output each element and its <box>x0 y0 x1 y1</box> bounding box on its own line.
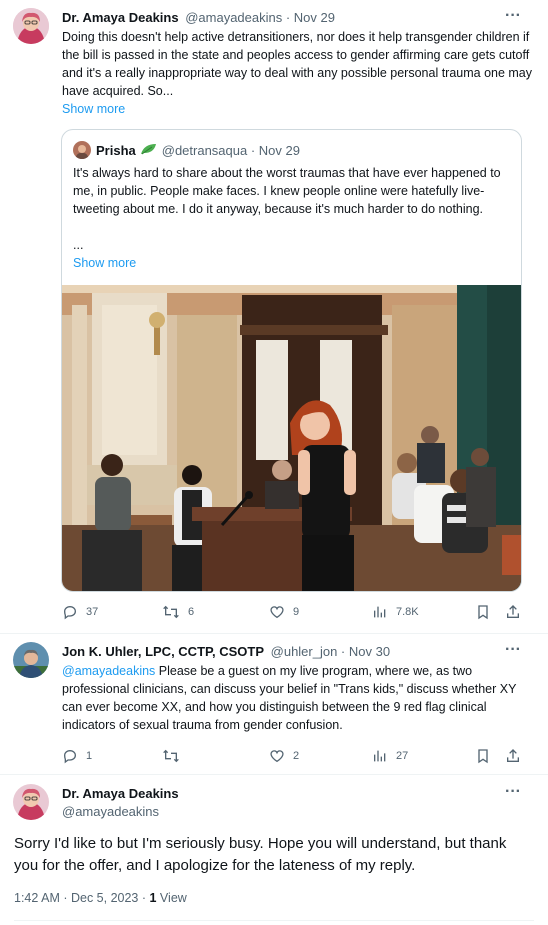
views-button[interactable]: 27 <box>372 748 408 764</box>
leaf-emoji-icon <box>140 142 158 159</box>
views-count: 7.8K <box>396 606 419 618</box>
share-icon[interactable] <box>505 604 521 620</box>
avatar[interactable] <box>13 784 49 820</box>
tweet-2[interactable]: Jon K. Uhler, LPC, CCTP, CSOTP @uhler_jo… <box>0 634 548 774</box>
views-icon <box>372 748 388 764</box>
divider <box>14 920 534 921</box>
views-button[interactable]: 7.8K <box>372 604 419 620</box>
like-button[interactable]: 2 <box>269 748 299 764</box>
view-label: View <box>156 891 187 905</box>
mention-link[interactable]: @amayadeakins <box>62 664 155 678</box>
reply-button[interactable]: 1 <box>62 748 92 764</box>
bookmark-icon[interactable] <box>475 604 491 620</box>
author-handle[interactable]: @amayadeakins <box>62 804 159 819</box>
show-more-link[interactable]: Show more <box>62 100 125 118</box>
tweet-1[interactable]: Dr. Amaya Deakins @amayadeakins · Nov 29… <box>0 0 548 628</box>
author-name[interactable]: Dr. Amaya Deakins <box>62 10 179 25</box>
quote-photo[interactable] <box>62 285 521 591</box>
avatar[interactable] <box>13 642 49 678</box>
bookmark-icon[interactable] <box>475 748 491 764</box>
more-icon[interactable]: ··· <box>505 641 521 659</box>
quote-handle-time: @detransaqua · Nov 29 <box>161 143 300 158</box>
like-count: 2 <box>293 750 300 762</box>
like-count: 9 <box>293 606 300 618</box>
views-count: 27 <box>396 750 409 762</box>
quote-author-name: Prisha <box>96 143 136 158</box>
author-name[interactable]: Jon K. Uhler, LPC, CCTP, CSOTP <box>62 644 264 659</box>
like-button[interactable]: 9 <box>269 604 299 620</box>
tweet-3[interactable]: Dr. Amaya Deakins @amayadeakins ··· Sorr… <box>0 775 548 925</box>
avatar[interactable] <box>13 8 49 44</box>
retweet-button[interactable]: 6 <box>162 604 194 620</box>
tweet-text: Sorry I'd like to but I'm seriously busy… <box>14 835 507 874</box>
like-icon <box>269 748 285 764</box>
retweet-icon <box>162 748 180 764</box>
like-icon <box>269 604 285 620</box>
tweet-text: @amayadeakins Please be a guest on my li… <box>62 662 532 734</box>
author-handle-time[interactable]: @amayadeakins · Nov 29 <box>185 10 335 25</box>
quote-ellipsis: ... <box>73 238 84 252</box>
reply-count: 37 <box>86 606 99 618</box>
author-handle-time[interactable]: @uhler_jon · Nov 30 <box>271 644 390 659</box>
more-icon[interactable]: ··· <box>505 7 521 25</box>
share-icon[interactable] <box>505 748 521 764</box>
retweet-icon <box>162 604 180 620</box>
views-icon <box>372 604 388 620</box>
tweet-text: Doing this doesn't help active detransit… <box>62 30 533 98</box>
quote-text: It's always hard to share about the wors… <box>73 166 501 216</box>
quote-avatar <box>73 141 91 159</box>
more-icon[interactable]: ··· <box>505 783 521 801</box>
quote-tweet[interactable]: Prisha @detransaqua · Nov 29 It's always… <box>61 129 522 592</box>
quote-show-more-link[interactable]: Show more <box>73 254 136 272</box>
author-name[interactable]: Dr. Amaya Deakins <box>62 786 179 801</box>
reply-icon <box>62 748 78 764</box>
timestamp[interactable]: 1:42 AM · Dec 5, 2023 · <box>14 891 150 905</box>
retweet-button[interactable] <box>162 748 188 764</box>
reply-icon <box>62 604 78 620</box>
reply-button[interactable]: 37 <box>62 604 98 620</box>
retweet-count: 6 <box>188 606 195 618</box>
reply-count: 1 <box>86 750 93 762</box>
